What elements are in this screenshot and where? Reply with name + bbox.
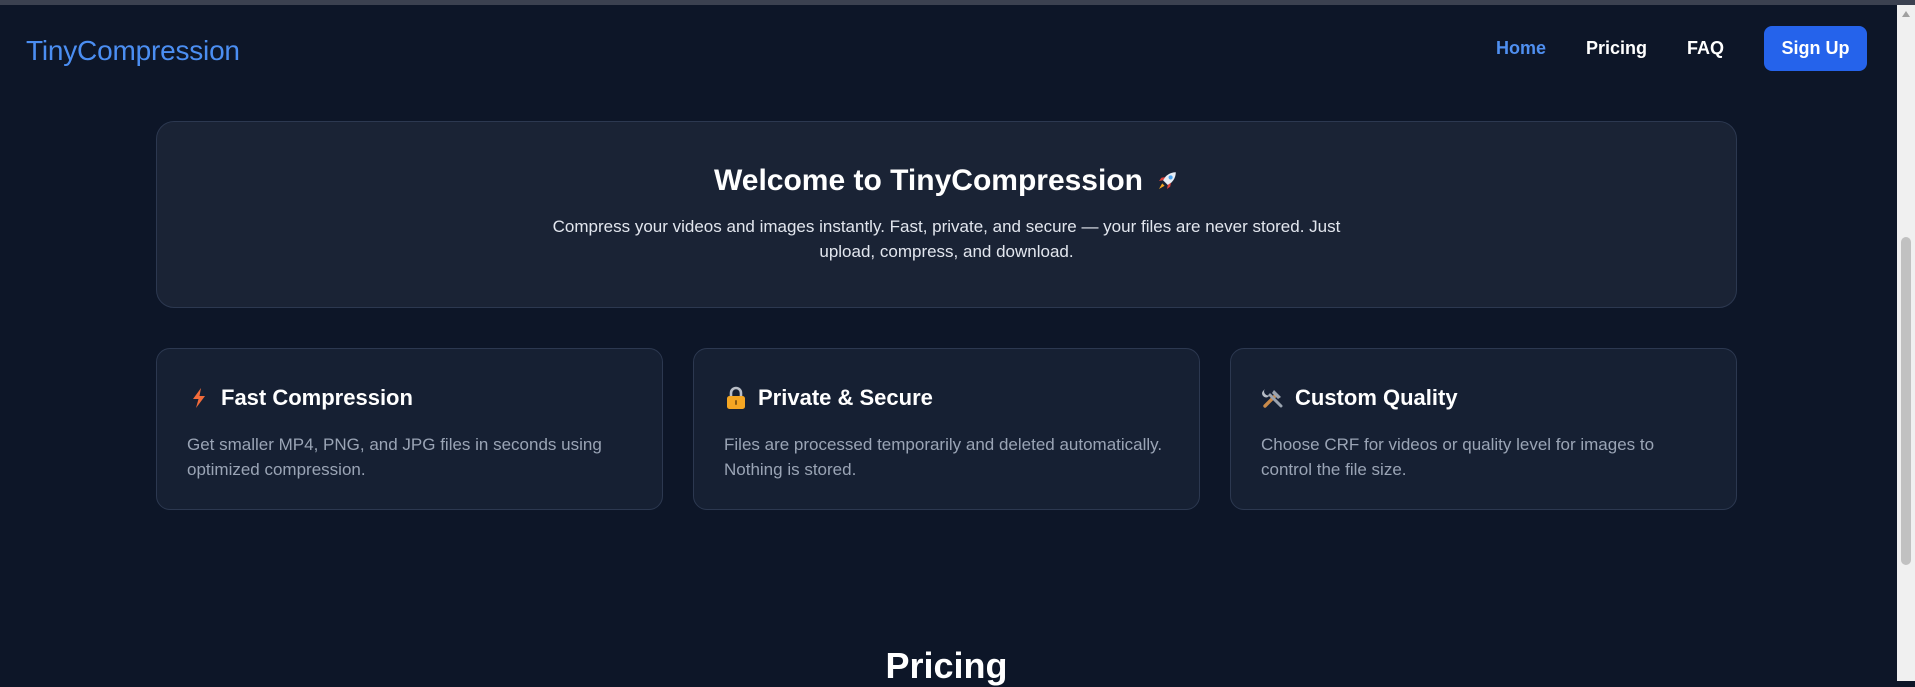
feature-card-private: Private & Secure Files are processed tem… xyxy=(693,348,1200,510)
main-nav: Home Pricing FAQ Sign Up xyxy=(1456,25,1897,71)
tools-icon xyxy=(1261,386,1285,410)
feature-title: Private & Secure xyxy=(758,385,933,410)
hero-title-row: Welcome to TinyCompression xyxy=(157,164,1736,198)
lightning-icon xyxy=(187,386,211,410)
site-header: TinyCompression Home Pricing FAQ Sign Up xyxy=(0,5,1897,95)
feature-card-title-row: Private & Secure xyxy=(724,385,933,411)
rocket-icon xyxy=(1155,169,1179,193)
signup-button[interactable]: Sign Up xyxy=(1764,25,1867,71)
feature-card-quality: Custom Quality Choose CRF for videos or … xyxy=(1230,348,1737,510)
feature-title: Fast Compression xyxy=(221,385,413,410)
nav-home-link[interactable]: Home xyxy=(1496,38,1546,59)
feature-card-fast: Fast Compression Get smaller MP4, PNG, a… xyxy=(156,348,663,510)
page-scrollbar[interactable] xyxy=(1897,5,1915,681)
feature-description: Get smaller MP4, PNG, and JPG files in s… xyxy=(187,435,602,479)
hero-panel: Welcome to TinyCompression Compress your… xyxy=(156,121,1737,308)
feature-card-title-row: Fast Compression xyxy=(187,385,413,411)
page: TinyCompression Home Pricing FAQ Sign Up… xyxy=(0,5,1897,686)
scroll-up-arrow-icon[interactable] xyxy=(1902,11,1910,17)
hero-title: Welcome to TinyCompression xyxy=(714,164,1143,197)
nav-pricing-link[interactable]: Pricing xyxy=(1586,38,1647,59)
feature-card-title-row: Custom Quality xyxy=(1261,385,1458,411)
feature-cards: Fast Compression Get smaller MP4, PNG, a… xyxy=(156,348,1737,510)
site-logo[interactable]: TinyCompression xyxy=(26,35,240,67)
feature-title: Custom Quality xyxy=(1295,385,1458,410)
hero-description: Compress your videos and images instantl… xyxy=(552,217,1341,261)
nav-faq-link[interactable]: FAQ xyxy=(1687,38,1724,59)
feature-description: Files are processed temporarily and dele… xyxy=(724,435,1163,479)
scrollbar-thumb[interactable] xyxy=(1901,237,1911,565)
feature-description: Choose CRF for videos or quality level f… xyxy=(1261,435,1655,479)
lock-icon xyxy=(724,386,748,410)
